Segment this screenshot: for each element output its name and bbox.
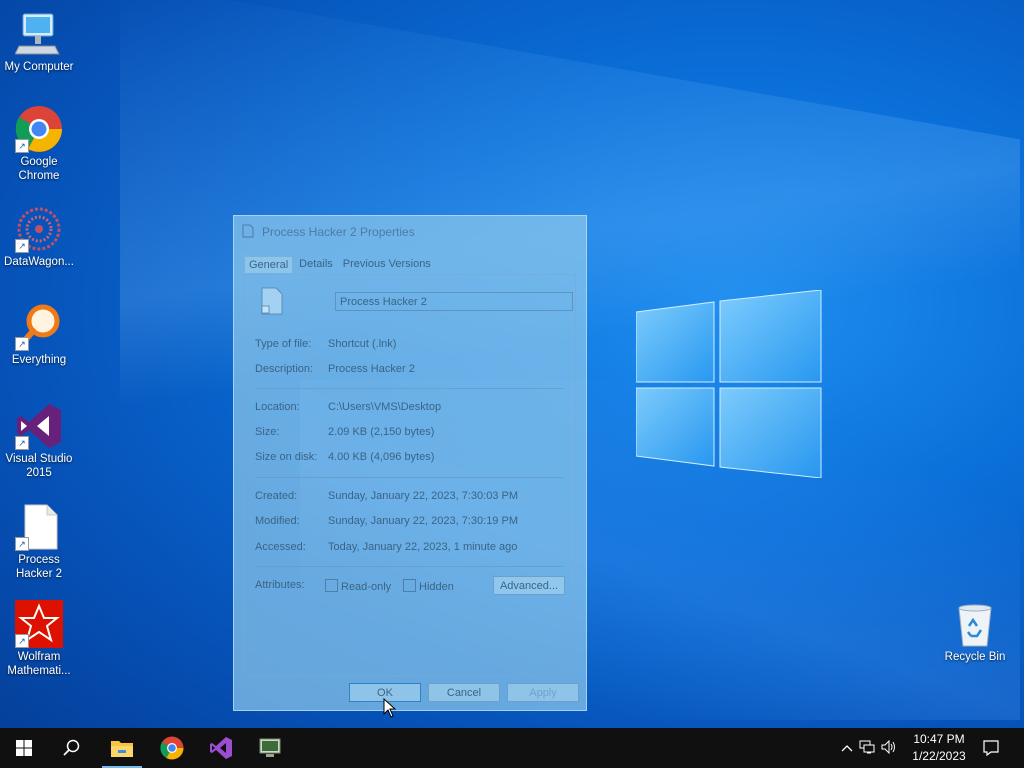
shortcut-arrow-icon: ↗: [15, 239, 29, 253]
file-name-input[interactable]: Process Hacker 2: [335, 292, 573, 311]
taskbar-chrome[interactable]: [148, 728, 196, 768]
desktop-icon-wolfram-mathematica[interactable]: ↗ Wolfram Mathemati...: [0, 600, 78, 678]
desktop-icon-label: Everything: [11, 354, 67, 366]
modified-label: Modified:: [255, 515, 300, 527]
created-label: Created:: [255, 490, 298, 502]
location-label: Location:: [255, 401, 300, 413]
type-of-file-value: Shortcut (.lnk): [328, 338, 397, 350]
visual-studio-icon: ↗: [15, 402, 63, 450]
description-value: Process Hacker 2: [328, 363, 415, 375]
taskbar: 10:47 PM 1/22/2023: [0, 728, 1024, 768]
computer-icon: [14, 10, 63, 58]
size-label: Size:: [255, 426, 280, 438]
mouse-cursor-icon: [383, 698, 397, 718]
wolfram-icon: ↗: [15, 600, 63, 648]
desktop-icon-label: Wolfram Mathemati...: [7, 651, 71, 677]
desktop-icon-label: Recycle Bin: [944, 651, 1006, 663]
type-of-file-label: Type of file:: [255, 338, 312, 350]
hidden-label: Hidden: [419, 581, 454, 593]
shortcut-arrow-icon: ↗: [15, 634, 29, 648]
readonly-label: Read-only: [341, 581, 392, 593]
desktop-icon-visual-studio[interactable]: ↗ Visual Studio 2015: [0, 402, 78, 480]
dialog-tabs: General Details Previous Versions: [244, 256, 435, 273]
folder-icon: [111, 741, 133, 757]
checkbox-box[interactable]: [325, 579, 338, 592]
blank-file-icon: ↗: [15, 503, 63, 551]
desktop-icon-process-hacker[interactable]: ↗ Process Hacker 2: [0, 503, 78, 581]
shortcut-arrow-icon: ↗: [15, 337, 29, 351]
magnifier-icon: ↗: [15, 303, 63, 351]
clock-time: 10:47 PM: [913, 732, 965, 746]
shortcut-arrow-icon: ↗: [15, 436, 29, 450]
properties-dialog[interactable]: Process Hacker 2 Properties General Deta…: [233, 215, 587, 711]
recycle-bin-icon: [951, 600, 999, 648]
created-value: Sunday, January 22, 2023, 7:30:03 PM: [328, 490, 518, 502]
tab-previous-versions[interactable]: Previous Versions: [339, 256, 435, 273]
checkbox-box[interactable]: [403, 579, 416, 592]
cancel-button[interactable]: Cancel: [428, 683, 500, 702]
desktop-icon-label: Visual Studio 2015: [5, 453, 73, 479]
desktop-icon-label: Process Hacker 2: [15, 554, 63, 580]
volume-icon[interactable]: [878, 739, 900, 757]
chrome-icon: [160, 736, 184, 760]
tab-details[interactable]: Details: [295, 256, 337, 273]
modified-value: Sunday, January 22, 2023, 7:30:19 PM: [328, 515, 518, 527]
advanced-button[interactable]: Advanced...: [493, 576, 565, 595]
location-value: C:\Users\VMS\Desktop: [328, 401, 442, 413]
desktop-icon-label: DataWagon...: [4, 256, 74, 268]
desktop-icon-my-computer[interactable]: My Computer: [0, 10, 78, 74]
desktop-icon-everything[interactable]: ↗ Everything: [0, 303, 78, 367]
separator: [255, 477, 563, 478]
file-icon: [261, 287, 283, 315]
search-button[interactable]: [48, 728, 96, 768]
separator: [255, 566, 563, 567]
show-hidden-icons-chevron-icon[interactable]: [838, 741, 856, 755]
search-icon: [63, 739, 80, 756]
dialog-title: Process Hacker 2 Properties: [262, 225, 415, 239]
taskbar-clock[interactable]: 10:47 PM 1/22/2023: [906, 731, 972, 765]
general-tab-panel: Process Hacker 2 Type of file: Shortcut …: [244, 274, 576, 676]
clock-date: 1/22/2023: [912, 749, 966, 763]
datawagon-icon: ↗: [15, 205, 63, 253]
desktop-icon-label: Google Chrome: [18, 156, 60, 182]
description-label: Description:: [255, 363, 314, 375]
taskbar-app[interactable]: [246, 728, 294, 768]
attributes-label: Attributes:: [255, 579, 305, 591]
apply-button[interactable]: Apply: [507, 683, 579, 702]
monitor-app-icon: [259, 738, 281, 757]
chrome-icon: ↗: [15, 105, 63, 153]
size-value: 2.09 KB (2,150 bytes): [328, 426, 435, 438]
tab-general[interactable]: General: [244, 256, 294, 273]
shortcut-arrow-icon: ↗: [15, 537, 29, 551]
taskbar-file-explorer[interactable]: [98, 728, 146, 768]
file-icon: [242, 224, 254, 241]
windows-start-icon: [16, 740, 32, 756]
desktop-icon-label: My Computer: [4, 61, 74, 73]
accessed-label: Accessed:: [255, 541, 306, 553]
size-on-disk-value: 4.00 KB (4,096 bytes): [328, 451, 435, 463]
separator: [255, 388, 563, 389]
desktop-icon-google-chrome[interactable]: ↗ Google Chrome: [0, 105, 78, 183]
network-icon[interactable]: [856, 740, 878, 757]
readonly-checkbox[interactable]: Read-only: [325, 579, 391, 593]
visual-studio-icon: [210, 737, 232, 759]
start-button[interactable]: [0, 728, 48, 768]
accessed-value: Today, January 22, 2023, 1 minute ago: [328, 541, 518, 553]
desktop-icon-datawagon[interactable]: ↗ DataWagon...: [0, 205, 78, 269]
windows-logo-wallpaper: [636, 290, 822, 478]
size-on-disk-label: Size on disk:: [255, 451, 318, 463]
notification-icon: [983, 740, 999, 756]
taskbar-visual-studio[interactable]: [197, 728, 245, 768]
system-tray: [838, 728, 900, 768]
dialog-title-bar[interactable]: Process Hacker 2 Properties: [242, 224, 415, 240]
hidden-checkbox[interactable]: Hidden: [403, 579, 454, 593]
action-center-button[interactable]: [968, 728, 1014, 768]
shortcut-arrow-icon: ↗: [15, 139, 29, 153]
desktop-icon-recycle-bin[interactable]: Recycle Bin: [936, 600, 1014, 664]
